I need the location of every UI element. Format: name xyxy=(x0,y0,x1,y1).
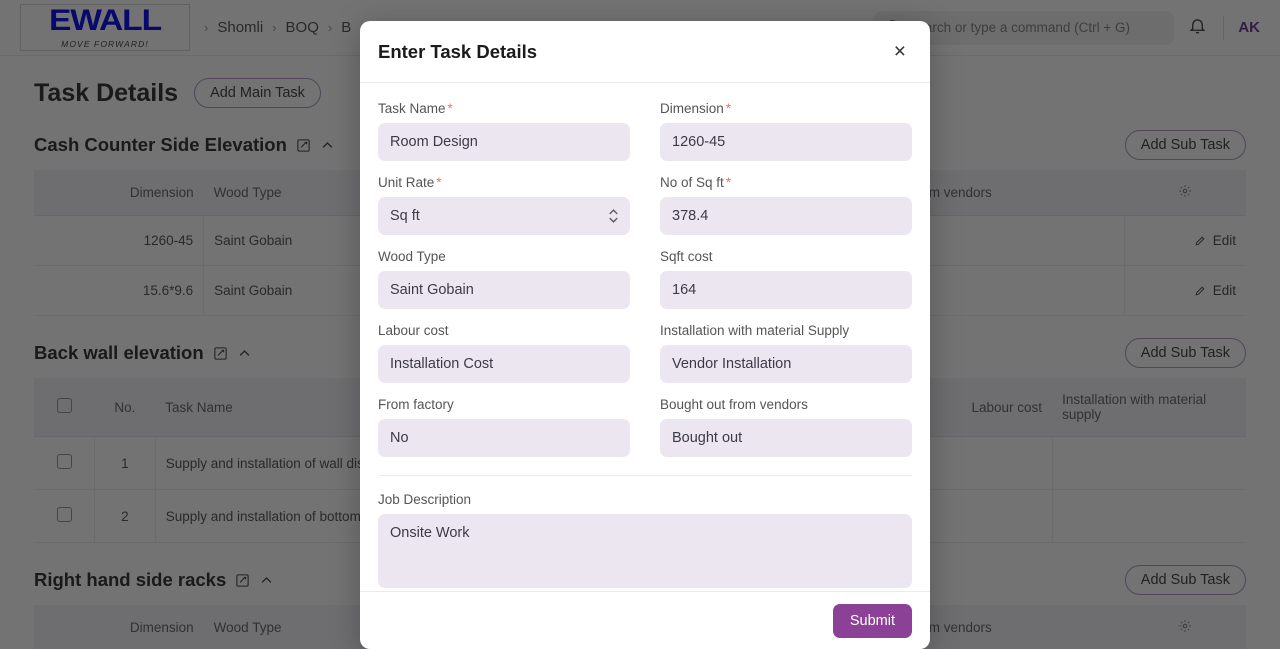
label-bought-out: Bought out from vendors xyxy=(660,397,808,412)
wood-type-input[interactable] xyxy=(378,271,630,309)
field-installation-supply: Installation with material Supply xyxy=(660,323,912,383)
field-task-name: Task Name * xyxy=(378,101,630,161)
close-icon[interactable]: × xyxy=(888,37,912,66)
modal-footer: Submit xyxy=(360,591,930,649)
unit-rate-select[interactable]: Sq ftRunning ftNosLumpsum xyxy=(378,197,630,235)
modal-body: Task Name* Dimension* Unit Rate* Sq ftRu… xyxy=(360,83,930,591)
field-from-factory: From factory xyxy=(378,397,630,457)
from-factory-input[interactable] xyxy=(378,419,630,457)
required-asterisk: * xyxy=(447,101,453,116)
required-asterisk: * xyxy=(725,175,732,190)
task-name-input[interactable] xyxy=(378,123,630,161)
label-wood-type: Wood Type xyxy=(378,249,446,264)
field-labour-cost: Labour cost xyxy=(378,323,630,383)
labour-cost-input[interactable] xyxy=(378,345,630,383)
modal-header: Enter Task Details × xyxy=(360,21,930,83)
installation-supply-input[interactable] xyxy=(660,345,912,383)
required-asterisk: * xyxy=(436,175,442,190)
label-labour-cost: Labour cost xyxy=(378,323,449,338)
modal-title: Enter Task Details xyxy=(378,40,538,62)
enter-task-details-modal: Enter Task Details × Task Name* Dimensio… xyxy=(360,21,930,649)
label-no-of-sqft: No of Sq ft * xyxy=(660,175,912,190)
label-text: Dimension xyxy=(660,101,724,116)
field-unit-rate: Unit Rate* Sq ftRunning ftNosLumpsum xyxy=(378,175,630,235)
field-no-of-sqft: No of Sq ft * xyxy=(660,175,912,235)
label-installation-supply: Installation with material Supply xyxy=(660,323,850,338)
label-dimension: Dimension * xyxy=(660,101,912,116)
label-from-factory: From factory xyxy=(378,397,454,412)
label-unit-rate: Unit Rate * xyxy=(378,175,630,190)
required-asterisk: * xyxy=(725,101,732,116)
sqft-cost-input[interactable] xyxy=(660,271,912,309)
field-dimension: Dimension * xyxy=(660,101,912,161)
label-text: Unit Rate xyxy=(378,175,435,190)
modal-divider xyxy=(378,475,912,476)
dimension-input[interactable] xyxy=(660,123,912,161)
job-description-textarea[interactable]: Onsite Work xyxy=(378,514,912,588)
field-bought-out: Bought out from vendors xyxy=(660,397,912,457)
no-of-sqft-input[interactable] xyxy=(660,197,912,235)
label-text: No of Sq ft xyxy=(660,175,724,190)
label-text: Task Name xyxy=(378,101,446,116)
label-job-description: Job Description xyxy=(378,492,472,507)
field-wood-type: Wood Type xyxy=(378,249,630,309)
bought-out-input[interactable] xyxy=(660,419,912,457)
label-sqft-cost: Sqft cost xyxy=(660,249,713,264)
label-task-name: Task Name * xyxy=(378,101,630,116)
field-sqft-cost: Sqft cost xyxy=(660,249,912,309)
submit-button[interactable]: Submit xyxy=(832,603,912,638)
field-job-description: Job Description Onsite Work xyxy=(378,492,912,591)
